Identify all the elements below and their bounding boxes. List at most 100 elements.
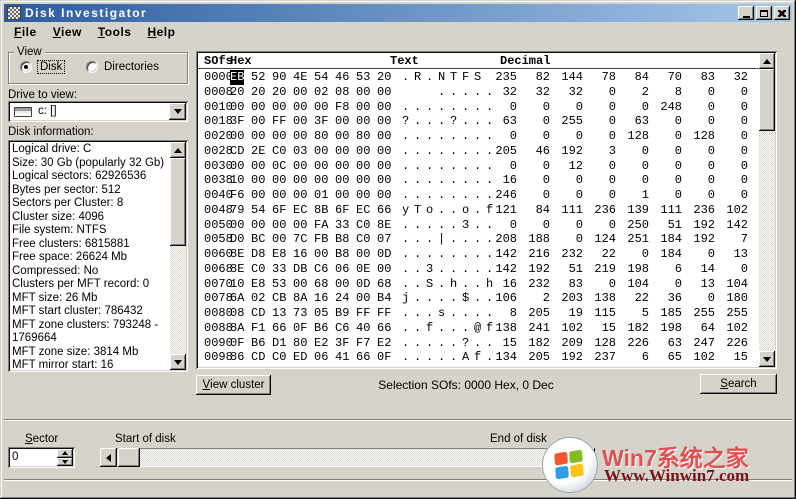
hex-byte[interactable]: 00 — [272, 232, 286, 247]
hex-byte[interactable]: 00 — [377, 159, 391, 174]
hex-byte[interactable]: 00 — [293, 129, 307, 144]
disk-info-line[interactable]: Free space: 26624 Mb — [12, 251, 168, 265]
hex-byte[interactable]: C0 — [272, 350, 286, 365]
hex-byte[interactable]: E2 — [377, 336, 391, 351]
hex-byte[interactable]: F1 — [251, 321, 265, 336]
disk-info-line[interactable]: File system: NTFS — [12, 224, 168, 238]
hex-viewer-scrollbar[interactable] — [759, 53, 775, 367]
hex-byte[interactable]: 66 — [377, 321, 391, 336]
menu-item-help[interactable]: Help — [139, 24, 183, 40]
hex-byte[interactable]: EC — [293, 203, 307, 218]
disk-info-line[interactable]: Logical sectors: 62926536 — [12, 170, 168, 184]
hex-byte[interactable]: 0F — [377, 350, 391, 365]
hex-byte[interactable]: F7 — [356, 336, 370, 351]
hex-byte[interactable]: 00 — [356, 247, 370, 262]
hex-byte[interactable]: 08 — [230, 306, 244, 321]
menu-item-file[interactable]: File — [6, 24, 45, 40]
hex-byte[interactable]: F8 — [335, 100, 349, 115]
hex-byte[interactable]: 00 — [377, 144, 391, 159]
hex-byte[interactable]: C0 — [356, 218, 370, 233]
menu-item-tools[interactable]: Tools — [90, 24, 140, 40]
disk-info-scrollbar[interactable] — [170, 142, 186, 370]
hex-byte[interactable]: FF — [356, 306, 370, 321]
hex-byte[interactable]: 3F — [230, 114, 244, 129]
hex-byte[interactable]: ED — [293, 350, 307, 365]
scroll-down-button[interactable] — [170, 354, 186, 370]
radio-disk-circle[interactable] — [20, 61, 32, 73]
hex-byte[interactable]: 00 — [251, 114, 265, 129]
hex-byte[interactable]: E2 — [314, 336, 328, 351]
hex-byte[interactable]: BC — [251, 232, 265, 247]
hex-byte[interactable]: B6 — [251, 336, 265, 351]
drive-combobox-dropdown-button[interactable] — [169, 103, 186, 120]
hex-byte[interactable]: 0D — [356, 277, 370, 292]
hex-byte[interactable]: 00 — [314, 247, 328, 262]
hex-byte[interactable]: 00 — [293, 173, 307, 188]
hex-byte[interactable]: 8A — [230, 321, 244, 336]
hex-byte[interactable]: 0F — [230, 336, 244, 351]
disk-info-line[interactable]: Sectors per Cluster: 8 — [12, 197, 168, 211]
hex-byte[interactable]: 00 — [377, 173, 391, 188]
hex-byte[interactable]: 00 — [251, 173, 265, 188]
drive-combobox[interactable]: c: [] — [8, 101, 188, 122]
hex-byte[interactable]: 54 — [251, 203, 265, 218]
hex-byte[interactable]: 6F — [335, 203, 349, 218]
hex-byte[interactable]: 00 — [314, 159, 328, 174]
hex-byte[interactable]: C0 — [356, 232, 370, 247]
hex-byte[interactable]: E8 — [251, 277, 265, 292]
disk-info-line[interactable]: MFT start cluster: 786432 — [12, 305, 168, 319]
hex-byte[interactable]: 68 — [377, 277, 391, 292]
hex-byte[interactable]: 46 — [335, 70, 349, 85]
hex-byte[interactable]: 00 — [335, 159, 349, 174]
hex-byte[interactable]: 00 — [377, 85, 391, 100]
hex-byte[interactable]: 05 — [314, 306, 328, 321]
hex-byte[interactable]: 73 — [293, 306, 307, 321]
hex-byte[interactable]: CB — [272, 291, 286, 306]
search-button[interactable]: Search — [700, 374, 777, 394]
hex-byte[interactable]: 00 — [335, 277, 349, 292]
hex-byte[interactable]: 00 — [314, 100, 328, 115]
disk-info-line[interactable]: Free clusters: 6815881 — [12, 238, 168, 252]
hex-byte[interactable]: 33 — [272, 262, 286, 277]
hex-byte[interactable]: 52 — [251, 70, 265, 85]
hex-byte[interactable]: D1 — [272, 336, 286, 351]
hex-byte[interactable]: 54 — [314, 70, 328, 85]
hex-byte[interactable]: 00 — [377, 100, 391, 115]
hex-byte[interactable]: B6 — [314, 321, 328, 336]
hex-byte[interactable]: 01 — [314, 188, 328, 203]
hex-byte[interactable]: 03 — [293, 144, 307, 159]
hex-byte[interactable]: 00 — [293, 188, 307, 203]
close-button[interactable] — [774, 6, 790, 20]
hex-byte[interactable]: 00 — [335, 144, 349, 159]
title-bar[interactable]: Disk Investigator — [4, 4, 792, 22]
hex-byte[interactable]: 00 — [356, 114, 370, 129]
hex-byte[interactable]: E8 — [272, 247, 286, 262]
hex-byte[interactable]: 00 — [335, 114, 349, 129]
hex-byte[interactable]: 00 — [356, 100, 370, 115]
hex-byte[interactable]: 80 — [356, 129, 370, 144]
hex-byte[interactable]: 0F — [293, 321, 307, 336]
hex-byte[interactable]: CD — [251, 350, 265, 365]
hex-byte[interactable]: 90 — [272, 70, 286, 85]
hex-byte[interactable]: 2E — [251, 144, 265, 159]
disk-information-listbox[interactable]: Logical drive: C Size: 30 Gb (popularly 3… — [8, 140, 188, 372]
hex-byte[interactable]: 3F — [314, 114, 328, 129]
sector-value[interactable]: 0 — [12, 451, 18, 463]
hex-byte[interactable]: 16 — [314, 291, 328, 306]
hex-byte[interactable]: 00 — [314, 144, 328, 159]
hex-byte[interactable]: 00 — [335, 188, 349, 203]
hex-byte[interactable]: 3F — [335, 336, 349, 351]
hex-byte[interactable]: 08 — [335, 85, 349, 100]
hex-byte[interactable]: 00 — [230, 100, 244, 115]
scroll-down-button[interactable] — [759, 351, 775, 367]
hex-byte[interactable]: DB — [293, 262, 307, 277]
hex-byte[interactable]: FF — [272, 114, 286, 129]
hex-byte[interactable]: D8 — [251, 247, 265, 262]
hex-byte[interactable]: 80 — [293, 336, 307, 351]
hex-viewer-panel[interactable]: SOfs Hex Text Decimal 0000 EB 52 90 4E 54 46 53… — [196, 51, 777, 369]
slider-track[interactable] — [100, 448, 595, 467]
hex-byte[interactable]: 00 — [377, 188, 391, 203]
hex-byte[interactable]: 00 — [356, 159, 370, 174]
hex-byte[interactable]: 00 — [272, 129, 286, 144]
scroll-up-button[interactable] — [170, 142, 186, 158]
